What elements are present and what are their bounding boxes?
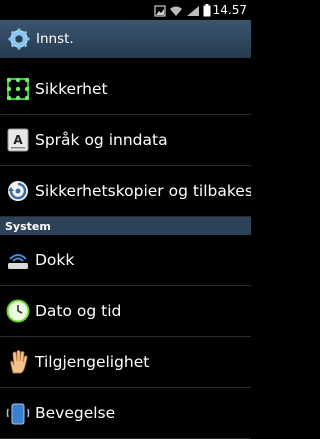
signal-icon	[187, 6, 199, 16]
status-time: 14.57	[212, 3, 247, 17]
settings-item-label: Tilgjengelighet	[35, 353, 150, 371]
settings-item-motion[interactable]: Bevegelse	[0, 388, 251, 439]
settings-list: Sikkerhet A Språk og inndata Sikkerhetsk…	[0, 64, 251, 439]
hand-icon	[10, 350, 28, 374]
settings-item-accessibility[interactable]: Tilgjengelighet	[0, 337, 251, 388]
settings-item-language[interactable]: A Språk og inndata	[0, 115, 251, 166]
backup-restore-icon	[8, 181, 28, 201]
keyboard-a-icon: A	[7, 128, 29, 152]
settings-item-security[interactable]: Sikkerhet	[0, 64, 251, 115]
gallery-icon	[154, 5, 166, 17]
wifi-icon	[170, 6, 182, 16]
motion-icon	[6, 403, 30, 425]
settings-item-label: Dato og tid	[35, 302, 122, 320]
settings-item-label: Sikkerhet	[35, 80, 108, 98]
settings-item-label: Dokk	[35, 251, 75, 269]
status-bar: 14.57	[0, 0, 251, 20]
settings-item-label: Språk og inndata	[35, 131, 168, 149]
settings-item-label: Bevegelse	[35, 404, 116, 422]
settings-item-backup[interactable]: Sikkerhetskopier og tilbakestill	[0, 166, 251, 217]
page-title[interactable]: Innst.	[36, 31, 74, 47]
section-header-system: System	[0, 217, 251, 235]
action-bar: Innst.	[0, 20, 251, 58]
svg-text:A: A	[13, 133, 23, 147]
clock-icon	[6, 299, 30, 323]
settings-item-date-time[interactable]: Dato og tid	[0, 286, 251, 337]
dock-icon	[8, 254, 28, 269]
settings-item-label: Sikkerhetskopier og tilbakestill	[35, 182, 251, 200]
section-title: System	[5, 219, 51, 233]
settings-item-dock[interactable]: Dokk	[0, 235, 251, 286]
pattern-lock-icon	[6, 77, 30, 101]
battery-icon	[203, 4, 211, 17]
settings-gear-icon[interactable]	[8, 28, 30, 50]
